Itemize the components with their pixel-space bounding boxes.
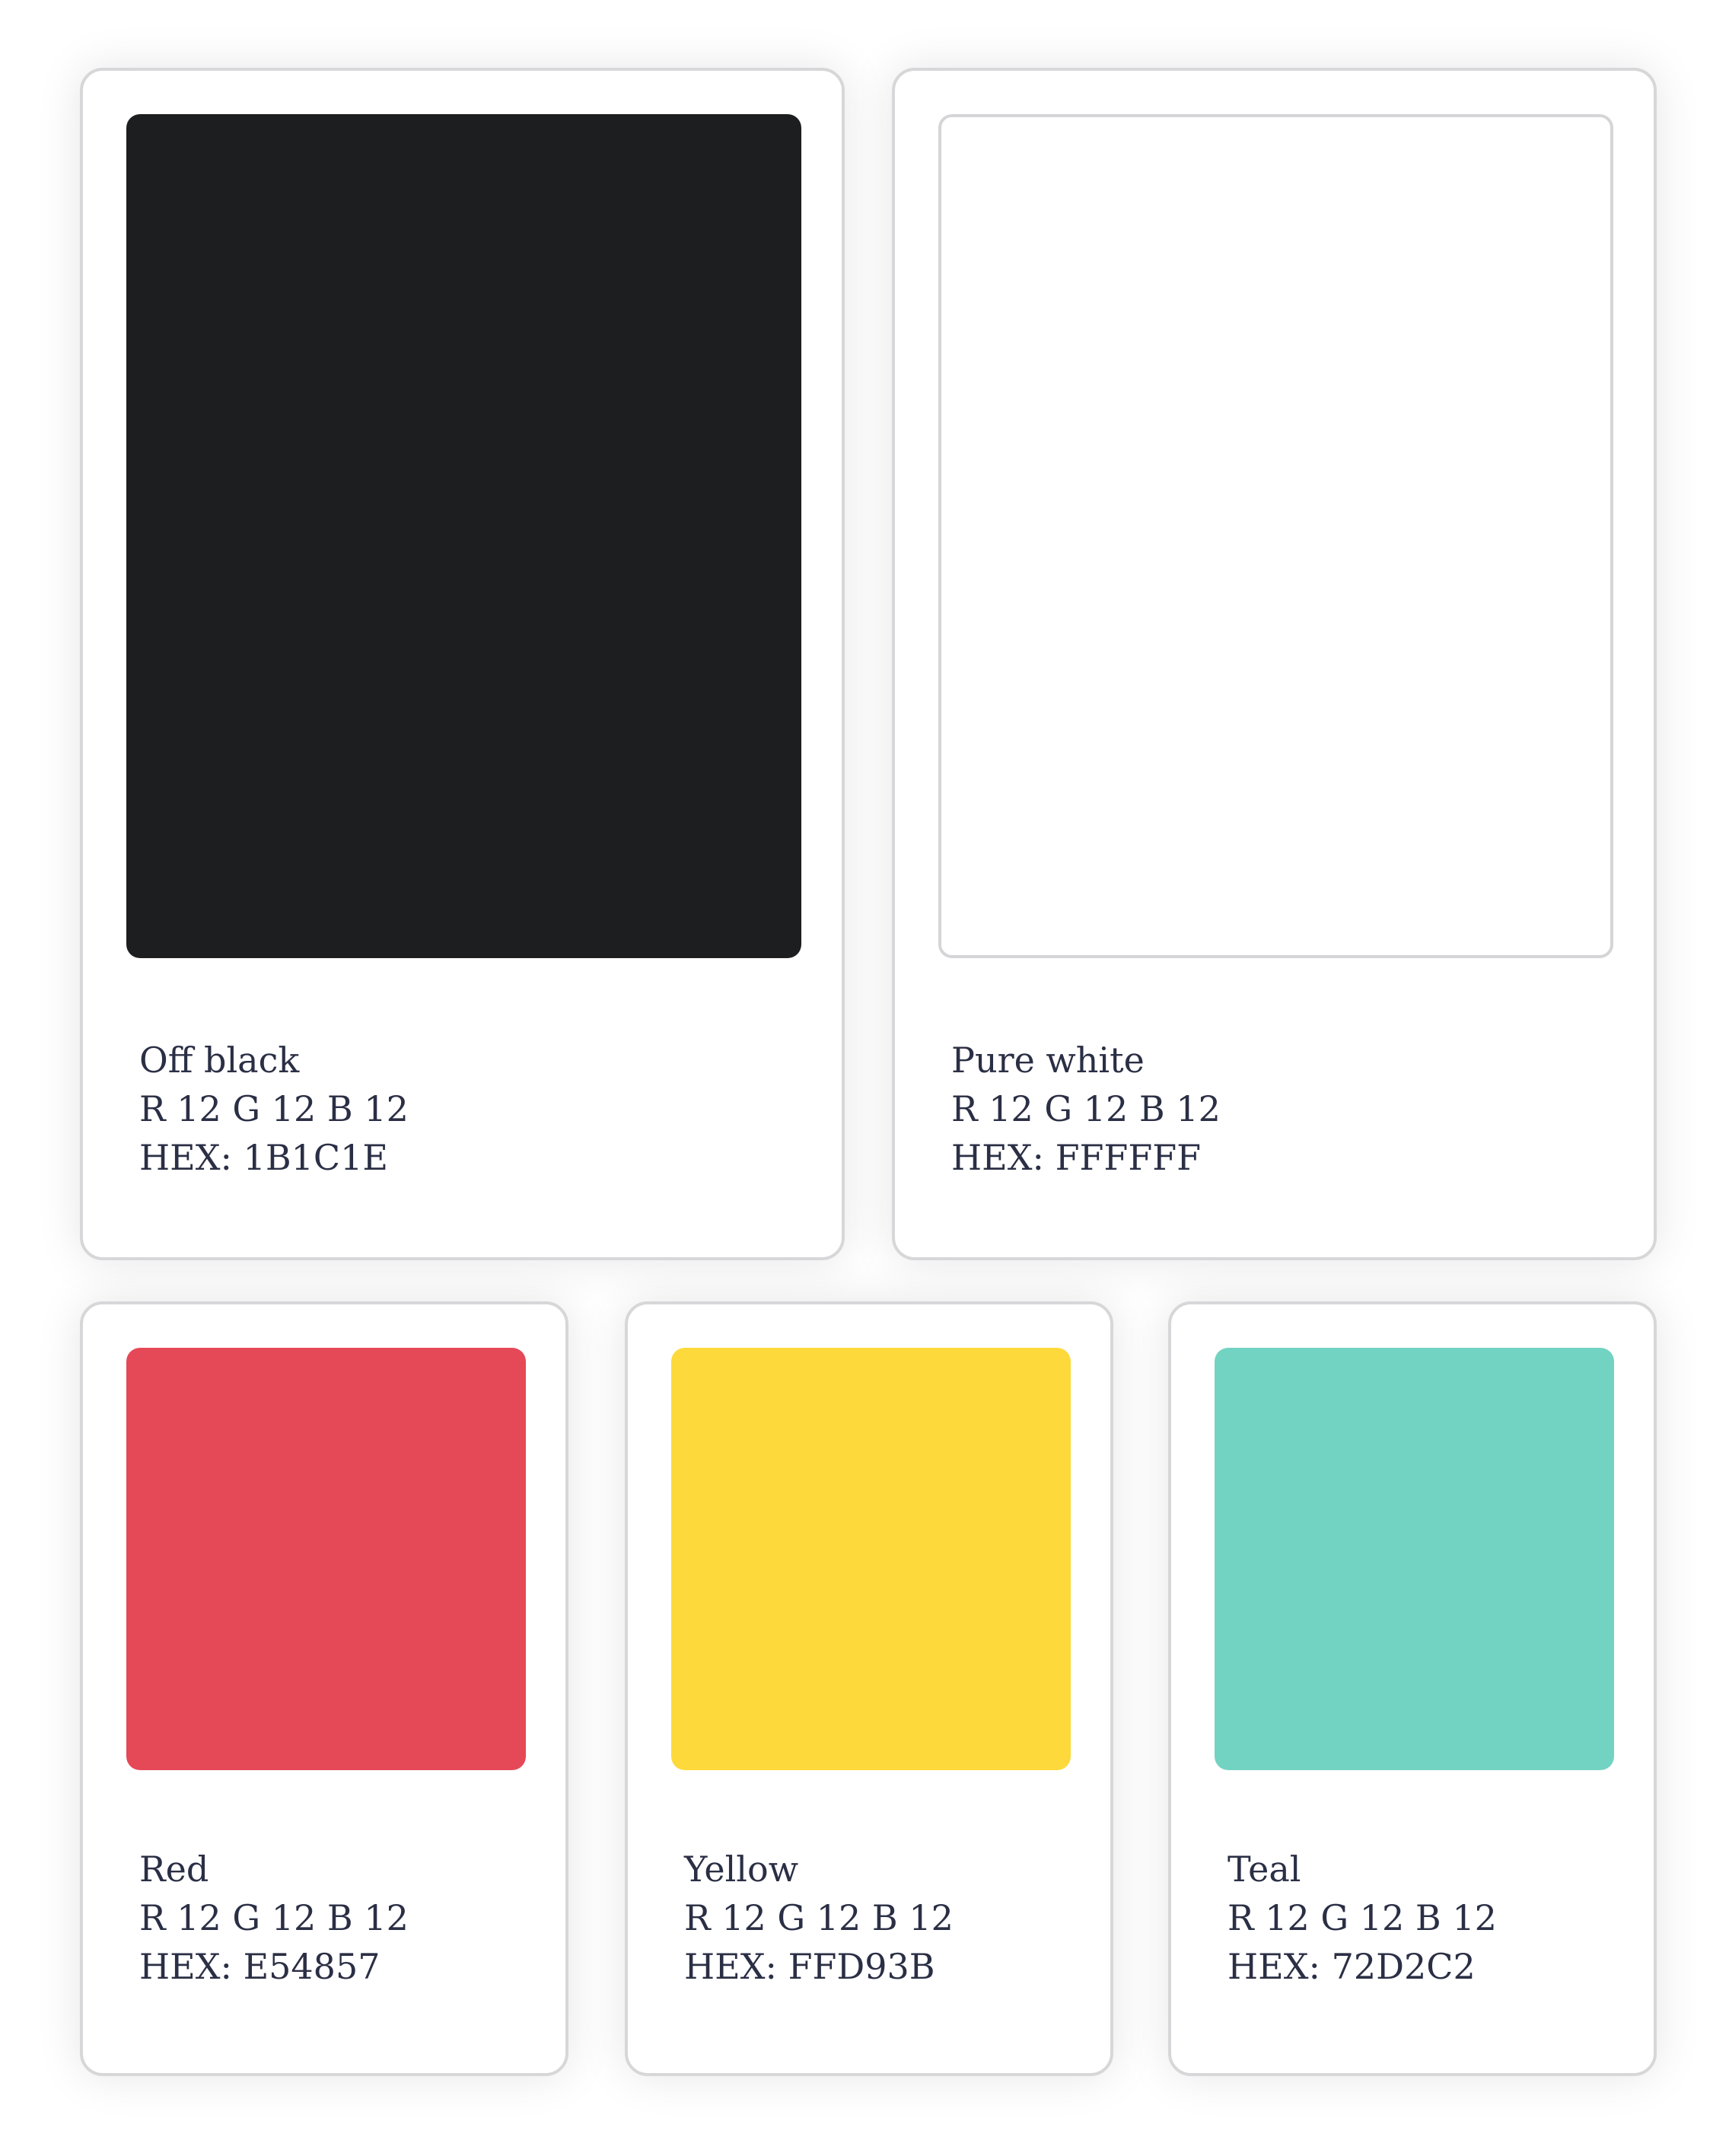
- color-name: Teal: [1227, 1849, 1301, 1890]
- color-info: Pure white R 12 G 12 B 12 HEX: FFFFFF: [951, 1036, 1221, 1182]
- color-rgb: R 12 G 12 B 12: [139, 1088, 409, 1129]
- color-hex: HEX: E54857: [139, 1946, 381, 1987]
- color-name: Pure white: [951, 1040, 1145, 1081]
- color-info: Red R 12 G 12 B 12 HEX: E54857: [139, 1845, 409, 1991]
- color-card-pure-white: Pure white R 12 G 12 B 12 HEX: FFFFFF: [892, 68, 1657, 1260]
- color-name: Yellow: [684, 1849, 799, 1890]
- color-swatch: [1215, 1348, 1614, 1770]
- color-hex: HEX: FFFFFF: [951, 1137, 1202, 1178]
- color-name: Off black: [139, 1040, 300, 1081]
- color-swatch: [126, 114, 801, 958]
- color-hex: HEX: FFD93B: [684, 1946, 935, 1987]
- color-card-yellow: Yellow R 12 G 12 B 12 HEX: FFD93B: [625, 1301, 1113, 2076]
- color-hex: HEX: 72D2C2: [1227, 1946, 1476, 1987]
- color-swatch: [671, 1348, 1071, 1770]
- color-card-teal: Teal R 12 G 12 B 12 HEX: 72D2C2: [1168, 1301, 1657, 2076]
- color-rgb: R 12 G 12 B 12: [1227, 1897, 1497, 1938]
- color-hex: HEX: 1B1C1E: [139, 1137, 388, 1178]
- color-swatch: [126, 1348, 526, 1770]
- color-rgb: R 12 G 12 B 12: [951, 1088, 1221, 1129]
- color-card-off-black: Off black R 12 G 12 B 12 HEX: 1B1C1E: [80, 68, 845, 1260]
- color-card-red: Red R 12 G 12 B 12 HEX: E54857: [80, 1301, 568, 2076]
- color-info: Yellow R 12 G 12 B 12 HEX: FFD93B: [684, 1845, 954, 1991]
- color-rgb: R 12 G 12 B 12: [139, 1897, 409, 1938]
- color-info: Teal R 12 G 12 B 12 HEX: 72D2C2: [1227, 1845, 1497, 1991]
- color-info: Off black R 12 G 12 B 12 HEX: 1B1C1E: [139, 1036, 409, 1182]
- color-swatch: [938, 114, 1613, 958]
- color-rgb: R 12 G 12 B 12: [684, 1897, 954, 1938]
- color-name: Red: [139, 1849, 209, 1890]
